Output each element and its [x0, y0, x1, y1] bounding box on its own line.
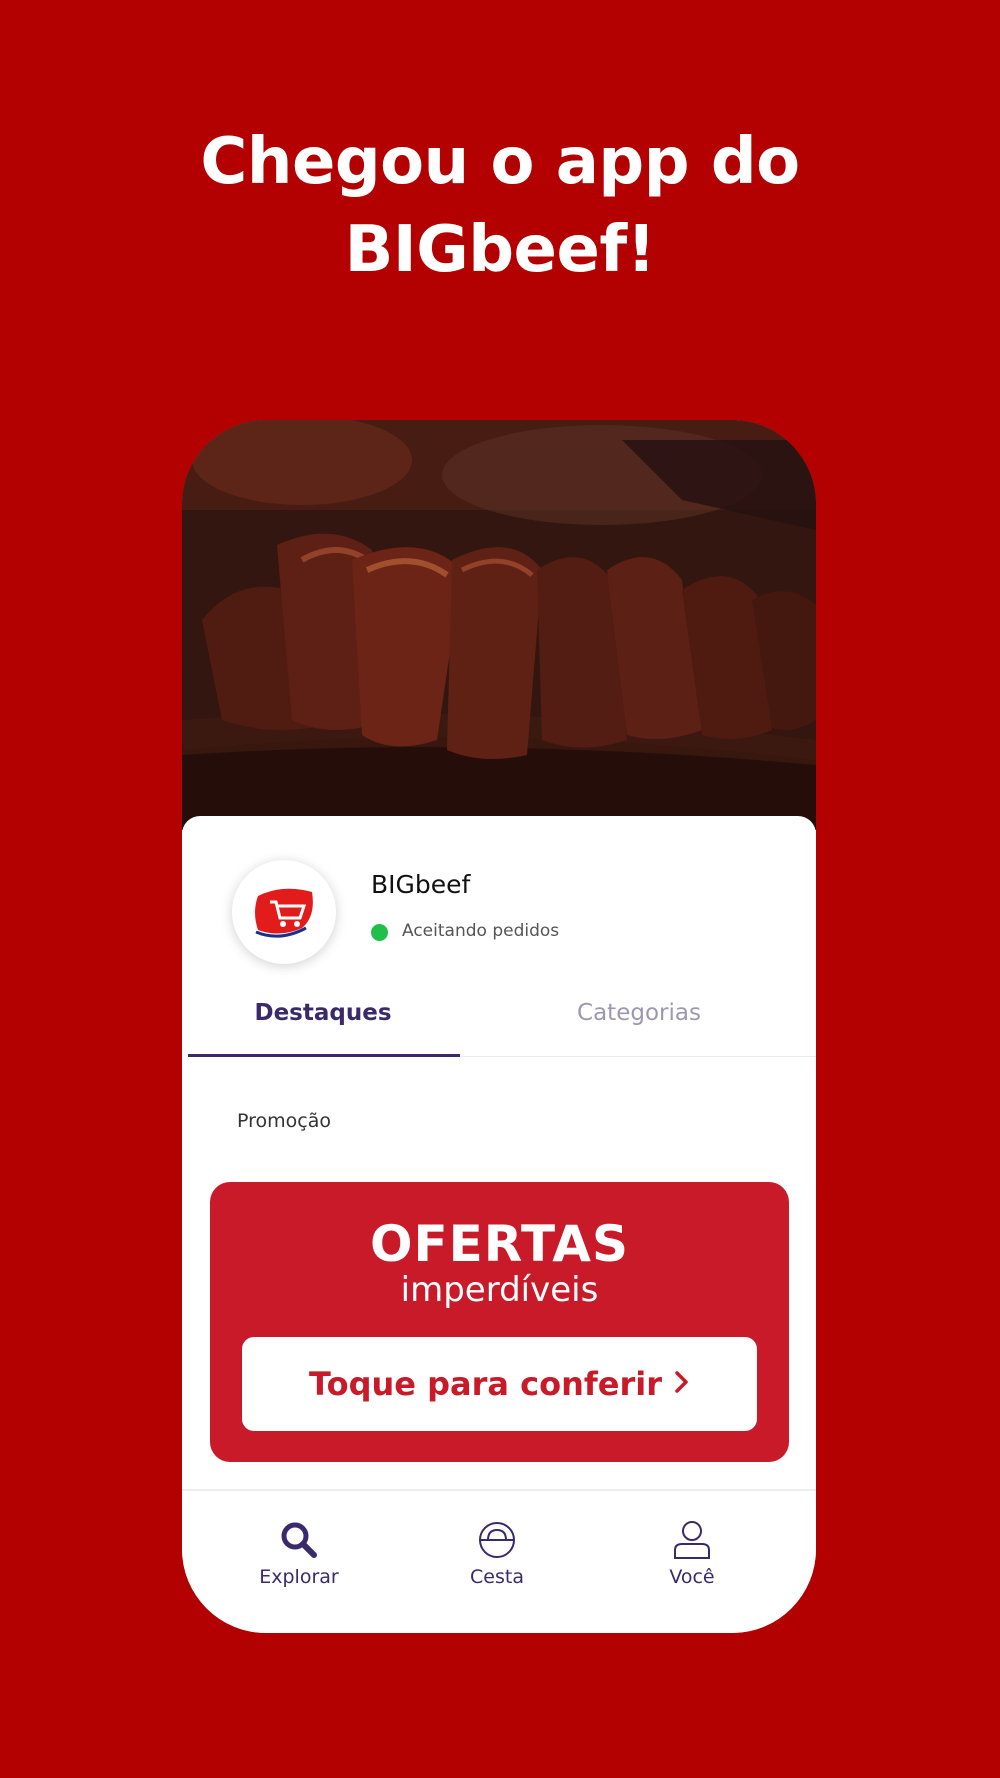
nav-you[interactable]: Você: [612, 1520, 772, 1588]
nav-explore[interactable]: Explorar: [219, 1520, 379, 1588]
nav-explore-label: Explorar: [259, 1566, 339, 1588]
status-indicator: [371, 924, 388, 941]
basket-icon: [479, 1522, 515, 1558]
headline: Chegou o app do BIGbeef!: [0, 118, 1000, 294]
promo-subtitle: imperdíveis: [400, 1270, 599, 1310]
active-tab-indicator: [188, 1054, 460, 1057]
nav-basket-label: Cesta: [470, 1566, 524, 1588]
promo-cta-button[interactable]: Toque para conferir: [242, 1337, 757, 1431]
store-name: BIGbeef: [371, 870, 471, 899]
tab-categories[interactable]: Categorias: [504, 1000, 774, 1026]
promo-title: OFERTAS: [369, 1215, 629, 1273]
bottom-nav-divider: [182, 1489, 816, 1491]
headline-line-2: BIGbeef!: [344, 213, 656, 287]
tab-highlights[interactable]: Destaques: [188, 1000, 458, 1026]
store-logo: [232, 860, 336, 964]
section-title: Promoção: [237, 1110, 331, 1132]
chevron-right-icon: [674, 1365, 690, 1403]
promo-cta-label: Toque para conferir: [309, 1365, 662, 1403]
steak-illustration: [182, 420, 816, 830]
phone-mockup: BIGbeef Aceitando pedidos Destaques Cate…: [182, 420, 816, 1633]
search-icon: [281, 1522, 317, 1558]
cart-logo-icon: [255, 888, 313, 938]
nav-you-label: Você: [669, 1566, 715, 1588]
hero-steak-image: [182, 420, 816, 830]
store-status: Aceitando pedidos: [402, 921, 560, 941]
nav-basket[interactable]: Cesta: [417, 1520, 577, 1588]
headline-line-1: Chegou o app do: [200, 125, 800, 199]
user-icon: [674, 1521, 710, 1559]
promo-banner[interactable]: OFERTAS imperdíveis Toque para conferir: [210, 1182, 789, 1462]
